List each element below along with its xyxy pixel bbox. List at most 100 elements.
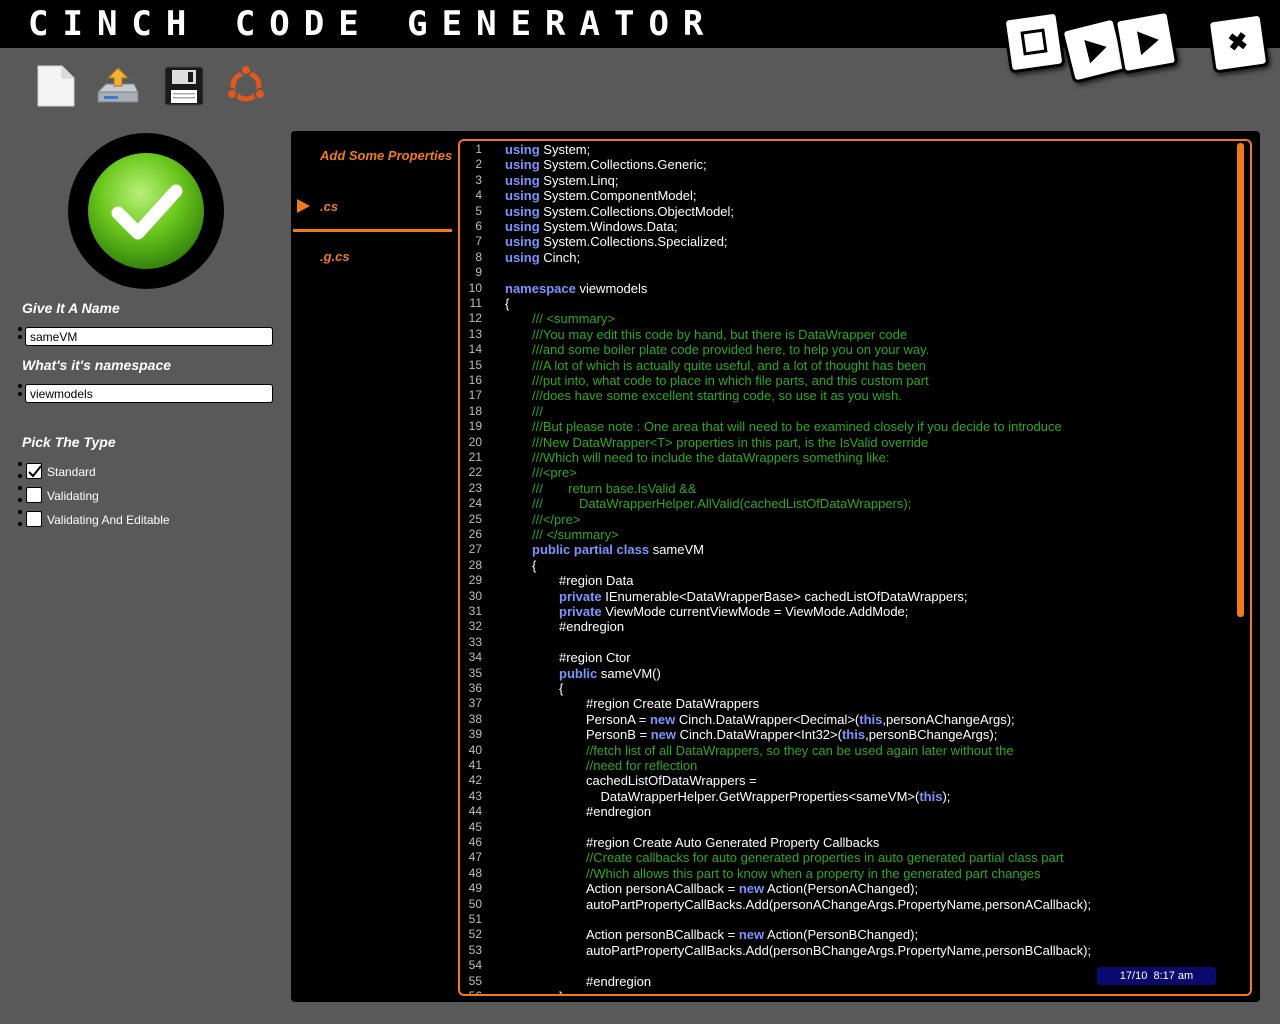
code-text: IEnumerable<DataWrapperBase> cachedListO… [601, 588, 968, 604]
code-text: PersonB = [586, 727, 651, 743]
namespace-input[interactable] [25, 384, 273, 403]
code-line: ///A lot of which is actually quite usef… [532, 358, 926, 373]
code-line: #region Data [559, 573, 633, 588]
comment: ///A lot of which is actually quite usef… [532, 357, 926, 373]
standard-checkbox[interactable] [26, 463, 42, 479]
code-line: ///<pre> [532, 465, 577, 480]
code-text: #region Ctor [559, 650, 631, 666]
line-number: 9 [475, 265, 482, 280]
line-number: 37 [468, 696, 482, 711]
ubuntu-icon[interactable] [224, 64, 268, 108]
bullet [18, 498, 22, 502]
code-text: sameVM [649, 542, 704, 558]
keyword: this [859, 711, 883, 727]
code-text: System.Linq; [539, 172, 619, 188]
code-text: System.Windows.Data; [539, 219, 678, 234]
code-text: { [559, 681, 564, 696]
line-number: 4 [475, 188, 482, 203]
tab-gcs[interactable]: .g.cs [320, 249, 350, 264]
save-icon[interactable] [162, 64, 206, 108]
selected-arrow-icon [297, 199, 310, 213]
code-editor[interactable]: 1 2 3 4 5 6 7 8 9 10 11 12 13 14 15 16 17 18 19 20 21 22 23 24 2… [458, 139, 1252, 996]
open-file-icon[interactable] [96, 64, 140, 108]
line-number: 47 [468, 850, 482, 865]
comment: /// return base.IsValid && [532, 480, 697, 496]
line-number: 43 [468, 788, 482, 803]
keyword: new [650, 727, 676, 743]
code-text: viewmodels [575, 280, 648, 296]
code-text: System.Collections.ObjectModel; [539, 203, 735, 219]
line-number: 16 [468, 373, 482, 387]
line-number: 22 [468, 465, 482, 480]
comment: ///</pre> [532, 511, 581, 527]
keyword: using [505, 249, 540, 265]
line-number: 5 [475, 203, 482, 218]
line-number: 33 [468, 634, 482, 649]
bullet [18, 510, 22, 514]
code-line: ///does have some excellent starting cod… [532, 388, 902, 403]
code-text: } [559, 989, 563, 994]
line-number: 3 [475, 172, 482, 187]
name-label: Give It A Name [22, 300, 120, 316]
code-line: //need for reflection [586, 758, 697, 773]
line-number: 17 [468, 388, 482, 403]
new-file-icon[interactable] [34, 64, 78, 108]
code-line: { [559, 681, 563, 696]
code-text: Cinch.DataWrapper<Decimal>( [675, 711, 860, 727]
code-line: //Create callbacks for auto generated pr… [586, 850, 1064, 865]
keyword: new [738, 927, 765, 943]
line-number: 26 [468, 527, 482, 541]
validating-checkbox[interactable] [26, 487, 42, 503]
comment: ///put into, what code to place in which… [532, 373, 929, 388]
validating-editable-checkbox[interactable] [26, 511, 42, 527]
code-line: public sameVM() [559, 666, 661, 681]
code-text: System.Collections.Generic; [539, 157, 707, 173]
code-line: } [559, 989, 563, 994]
line-number: 56 [468, 989, 482, 996]
code-line: using System; [505, 142, 590, 157]
line-number: 29 [468, 573, 482, 588]
line-number: 36 [468, 681, 482, 695]
line-number: 44 [468, 804, 482, 819]
line-number: 19 [468, 419, 482, 434]
code-text: Action(PersonBChanged); [764, 927, 919, 943]
line-number: 8 [475, 249, 482, 264]
code-text: ,personBChangeArgs); [865, 727, 998, 743]
code-text: DataWrapperHelper.GetWrapperProperties<s… [586, 788, 920, 804]
line-number: 52 [468, 927, 482, 942]
keyword: using [505, 157, 540, 173]
fast-forward-button[interactable] [1113, 9, 1179, 75]
name-input[interactable] [25, 327, 273, 346]
keyword: public [559, 665, 598, 681]
vertical-scrollbar[interactable] [1237, 143, 1244, 617]
validating-editable-label: Validating And Editable [47, 513, 170, 527]
tab-cs[interactable]: .cs [320, 199, 338, 214]
code-text: System; [539, 142, 591, 157]
code-text: sameVM() [597, 665, 661, 681]
code-text: #endregion [559, 619, 625, 635]
code-line: { [505, 296, 509, 311]
keyword: using [505, 172, 540, 188]
code-text: { [505, 296, 510, 311]
fast-forward-icon [1136, 28, 1161, 56]
code-line: ///You may edit this code by hand, but t… [532, 327, 907, 342]
close-button[interactable]: ✖ [1206, 12, 1270, 74]
clock-time: 8:17 am [1153, 970, 1194, 982]
comment: ///You may edit this code by hand, but t… [532, 326, 908, 342]
line-number: 18 [468, 403, 482, 418]
line-number: 11 [469, 296, 482, 310]
code-text: #region Data [559, 573, 634, 589]
clock-display: 17/10 8:17 am [1097, 967, 1216, 985]
bullet [18, 462, 22, 466]
bullet [18, 384, 22, 388]
code-line: #region Ctor [559, 650, 631, 665]
tab-add-properties[interactable]: Add Some Properties [320, 148, 452, 163]
line-number: 23 [468, 480, 482, 495]
line-number: 1 [475, 142, 482, 156]
code-line: #endregion [586, 974, 651, 989]
line-number: 30 [468, 588, 482, 603]
comment: ///Which will need to include the dataWr… [532, 450, 890, 465]
code-line: /// </summary> [532, 527, 619, 542]
stop-button[interactable] [1002, 10, 1066, 74]
keyword: private [559, 588, 602, 604]
